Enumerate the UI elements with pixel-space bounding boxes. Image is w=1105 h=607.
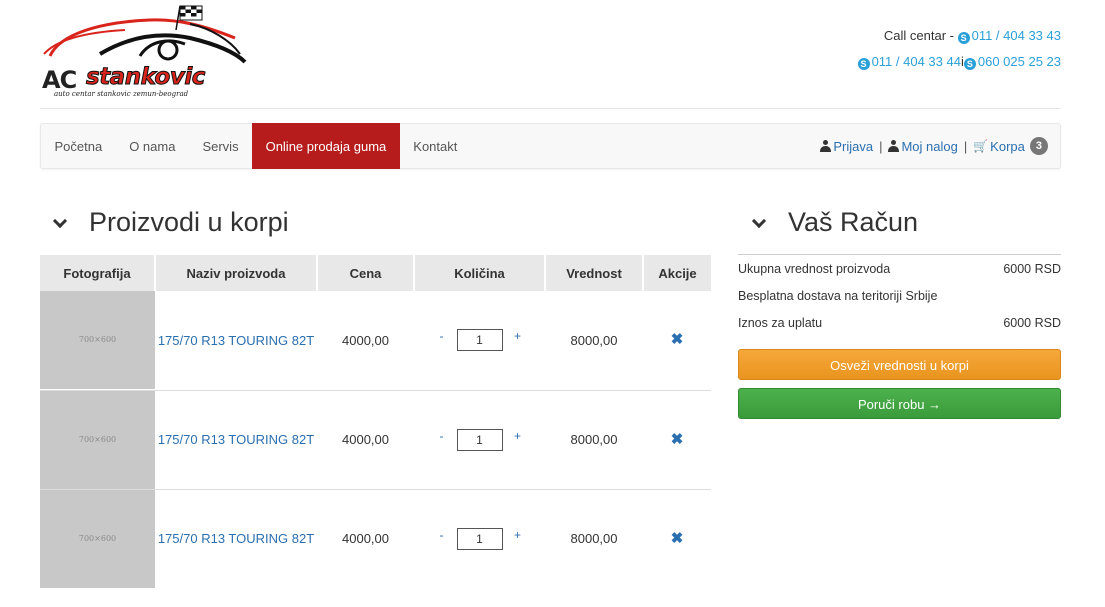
table-header-row: Fotografija Naziv proizvoda Cena Količin… <box>40 255 711 291</box>
refresh-cart-button[interactable]: Osveži vrednosti u korpi <box>738 349 1061 380</box>
logo-tagline: auto centar stankovic zemun-beograd <box>54 90 189 98</box>
site-logo[interactable]: AC stankovic auto centar stankovic zemun… <box>40 4 250 100</box>
chevron-down-icon[interactable] <box>751 213 767 229</box>
remove-icon[interactable]: ✖ <box>671 331 684 348</box>
table-row: 700×600 175/70 R13 TOURING 82T 4000,00 -… <box>40 389 711 489</box>
nav-item-pocetna[interactable]: Početna <box>41 124 116 168</box>
increase-button[interactable]: + <box>511 429 525 443</box>
quantity-stepper: -+ <box>435 527 525 550</box>
account-label: Moj nalog <box>901 138 958 154</box>
login-link[interactable]: Prijava <box>820 139 873 154</box>
product-link[interactable]: 175/70 R13 TOURING 82T <box>158 531 314 546</box>
order-summary: Ukupna vrednost proizvoda 6000 RSD Bespl… <box>738 254 1061 336</box>
login-label: Prijava <box>833 138 874 154</box>
cart-table: Fotografija Naziv proizvoda Cena Količin… <box>40 255 711 588</box>
quantity-input[interactable] <box>456 329 503 352</box>
product-image[interactable]: 700×600 <box>40 489 155 588</box>
skype-icon: S <box>957 32 970 44</box>
products-total-value: 6000 RSD <box>1003 262 1061 276</box>
cart-link[interactable]: 🛒 Korpa <box>973 139 1025 154</box>
decrease-button[interactable]: - <box>435 329 449 343</box>
col-price: Cena <box>317 255 415 291</box>
phone-number-2[interactable]: 011 / 404 33 44 <box>872 54 961 69</box>
payment-total-label: Iznos za uplatu <box>738 316 823 330</box>
quantity-cell: -+ <box>414 291 545 390</box>
increase-button[interactable]: + <box>511 528 525 542</box>
quantity-stepper: -+ <box>435 428 525 451</box>
name-cell: 175/70 R13 TOURING 82T <box>155 389 317 489</box>
shipping-row: Besplatna dostava na teritoriji Srbije <box>738 282 1061 309</box>
phone-number-3[interactable]: 060 025 25 23 <box>978 54 1061 69</box>
quantity-input[interactable] <box>456 428 503 451</box>
product-link[interactable]: 175/70 R13 TOURING 82T <box>158 333 314 348</box>
name-cell: 175/70 R13 TOURING 82T <box>155 488 317 588</box>
call-center-label: Call centar - <box>883 28 954 43</box>
phone-number-1[interactable]: 011 / 404 33 43 <box>972 28 1061 43</box>
nav-item-kontakt[interactable]: Kontakt <box>400 124 471 168</box>
payment-total-value: 6000 RSD <box>1003 316 1061 330</box>
skype-icon: S <box>857 58 870 70</box>
shopping-cart-icon: 🛒 <box>973 139 989 153</box>
logo-name-text: stankovic <box>86 64 206 91</box>
main-navbar: Početna O nama Servis Online prodaja gum… <box>40 123 1061 169</box>
col-name: Naziv proizvoda <box>155 255 318 291</box>
cart-count-badge: 3 <box>1029 137 1048 155</box>
chevron-down-icon[interactable] <box>52 213 68 229</box>
product-image[interactable]: 700×600 <box>40 291 155 390</box>
remove-icon[interactable]: ✖ <box>671 530 684 547</box>
quantity-input[interactable] <box>456 527 503 550</box>
products-total-label: Ukupna vrednost proizvoda <box>738 262 891 276</box>
total-cell: 8000,00 <box>545 389 643 489</box>
col-photo: Fotografija <box>40 255 156 291</box>
remove-icon[interactable]: ✖ <box>671 431 684 448</box>
contact-info: Call centar - S 011 / 404 33 43 S 011 / 40… <box>857 27 1061 79</box>
total-cell: 8000,00 <box>545 488 643 588</box>
photo-cell: 700×600 <box>40 389 155 489</box>
shipping-label: Besplatna dostava na teritoriji Srbije <box>738 289 938 303</box>
photo-cell: 700×600 <box>40 291 155 390</box>
col-quantity: Količina <box>414 255 546 291</box>
place-order-button[interactable]: Poruči robu → <box>738 388 1061 419</box>
table-row: 700×600 175/70 R13 TOURING 82T 4000,00 -… <box>40 488 711 588</box>
actions-cell: ✖ <box>643 291 711 390</box>
product-link[interactable]: 175/70 R13 TOURING 82T <box>158 432 314 447</box>
actions-cell: ✖ <box>643 488 711 588</box>
total-cell: 8000,00 <box>570 332 618 348</box>
price-cell: 4000,00 <box>317 389 414 489</box>
decrease-button[interactable]: - <box>435 429 449 443</box>
separator: | <box>879 138 883 154</box>
product-image[interactable]: 700×600 <box>40 390 155 489</box>
quantity-cell: -+ <box>414 488 545 588</box>
nav-item-online-prodaja-guma[interactable]: Online prodaja guma <box>252 123 400 169</box>
summary-title: Vaš Račun <box>788 207 919 237</box>
user-icon <box>820 140 832 152</box>
cart-label: Korpa <box>990 138 1025 154</box>
price-cell: 4000,00 <box>342 332 389 348</box>
skype-icon: S <box>963 58 976 70</box>
nav-item-servis[interactable]: Servis <box>189 124 252 168</box>
photo-cell: 700×600 <box>40 488 155 588</box>
payment-total-row: Iznos za uplatu 6000 RSD <box>738 309 1061 336</box>
separator: | <box>963 138 968 154</box>
user-icon <box>888 140 900 152</box>
actions-cell: ✖ <box>643 389 711 489</box>
table-row: 700×600 175/70 R13 TOURING 82T 4000,00 -… <box>40 291 711 390</box>
decrease-button[interactable]: - <box>435 528 449 542</box>
cart-title: Proizvodi u korpi <box>89 207 289 237</box>
price-cell: 4000,00 <box>317 488 414 588</box>
name-cell: 175/70 R13 TOURING 82T <box>155 291 317 390</box>
nav-item-o-nama[interactable]: O nama <box>116 124 189 168</box>
header-divider <box>40 108 1061 109</box>
user-links: Prijava | Moj nalog | 🛒 Korpa 3 <box>820 137 1048 155</box>
col-actions: Akcije <box>643 255 711 291</box>
increase-button[interactable]: + <box>511 329 525 343</box>
quantity-stepper: -+ <box>435 329 525 352</box>
account-link[interactable]: Moj nalog <box>888 138 958 154</box>
quantity-cell: -+ <box>414 389 545 489</box>
products-total-row: Ukupna vrednost proizvoda 6000 RSD <box>738 255 1061 282</box>
nav-menu: Početna O nama Servis Online prodaja gum… <box>41 123 471 169</box>
col-total: Vrednost <box>545 255 644 291</box>
